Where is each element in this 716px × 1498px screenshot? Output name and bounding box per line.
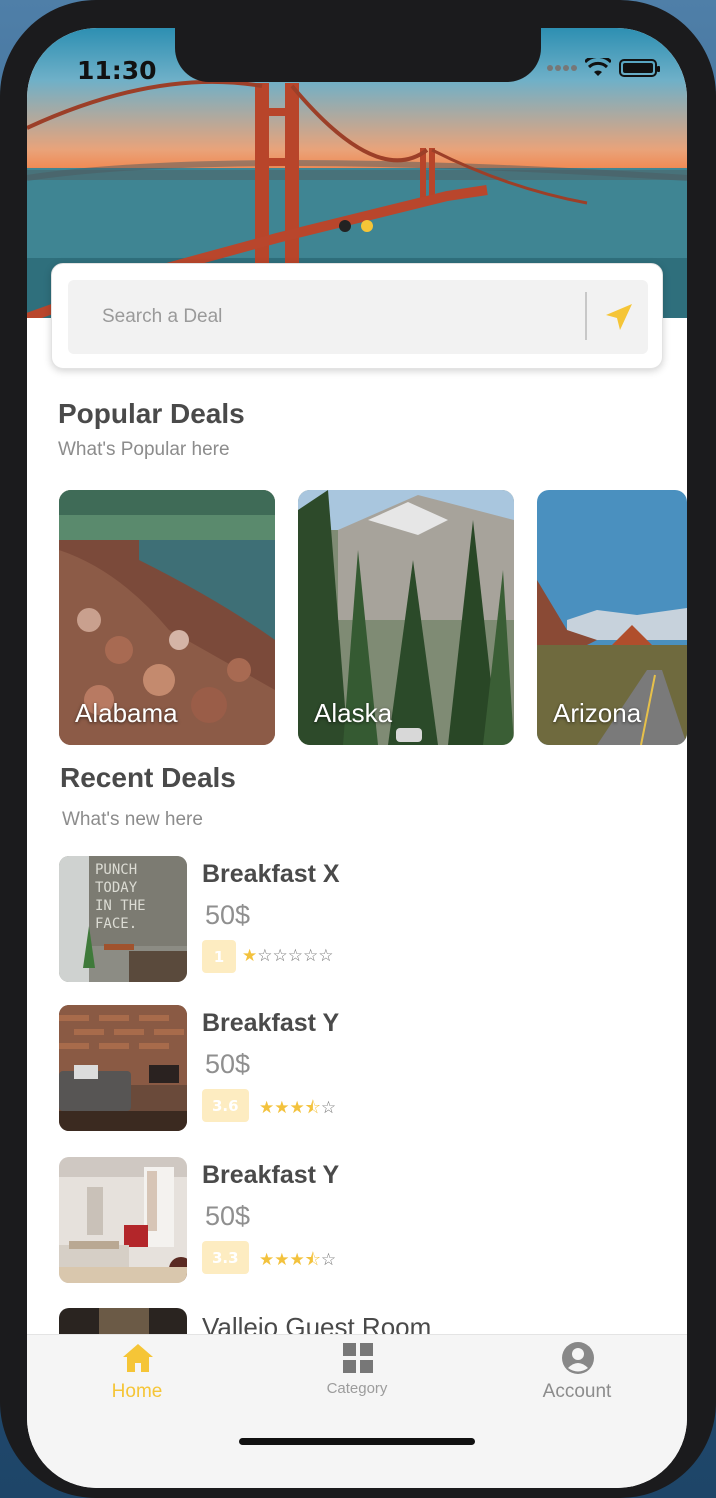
popular-card-alabama[interactable]: Alabama [59,490,275,745]
star-icon: ★★★⯪ [259,1098,321,1118]
search-card [51,263,663,369]
signal-icon [547,65,577,71]
search-input[interactable] [68,280,568,354]
star-empty-icon: ☆☆☆☆☆ [257,946,334,966]
location-button[interactable] [596,294,642,340]
recent-deal-item[interactable]: Breakfast Y 50$ 3.6 ★★★⯪☆ [59,1005,659,1133]
popular-card-label: Alabama [75,698,178,728]
popular-title: Popular Deals [58,398,245,429]
home-icon [123,1344,153,1372]
bottom-tab-bar: Home Category Account [27,1334,687,1488]
deal-price: 50$ [205,1049,251,1079]
deal-thumbnail [59,1005,187,1131]
star-rating: ★☆☆☆☆☆ [242,946,333,966]
star-icon: ★★★⯪ [259,1250,321,1270]
recent-subtitle: What's new here [62,809,203,830]
carousel-dot-active[interactable] [361,220,373,232]
star-icon: ★ [242,946,258,966]
home-indicator [239,1438,475,1445]
status-icons [547,58,660,78]
rating-badge: 3.6 [202,1089,249,1122]
deal-price: 50$ [205,1201,251,1231]
notch [175,28,541,82]
deal-price: 50$ [205,900,251,930]
popular-list: Alabama Alaska Arizona [59,490,687,746]
star-rating: ★★★⯪☆ [259,1247,336,1276]
popular-subtitle: What's Popular here [58,439,230,460]
deal-name: Breakfast X [202,860,340,888]
star-rating: ★★★⯪☆ [259,1095,336,1124]
grid-icon [343,1343,373,1373]
wifi-icon [585,58,611,76]
rating-badge: 1 [202,940,236,973]
wall-graffiti: PUNCH [95,862,137,878]
tab-label: Category [326,1380,388,1397]
popular-card-arizona[interactable]: Arizona [537,490,687,745]
app-screen: 11:30 Popular Deals [27,28,687,1488]
wall-graffiti: FACE. [95,916,137,932]
wall-graffiti: IN THE [95,898,146,914]
wall-graffiti: TODAY [95,880,138,896]
deal-thumbnail [59,1157,187,1283]
deal-name: Breakfast Y [202,1009,340,1037]
carousel-dot[interactable] [339,220,351,232]
deal-name: Breakfast Y [202,1161,340,1189]
popular-card-label: Alaska [314,698,393,728]
search-box [68,280,648,354]
recent-deal-item[interactable]: PUNCH TODAY IN THE FACE. Breakfast X 50$… [59,856,659,984]
recent-title: Recent Deals [60,762,236,793]
battery-icon [619,59,660,77]
tab-label: Account [542,1381,612,1402]
status-time: 11:30 [77,56,157,85]
popular-card-alaska[interactable]: Alaska [298,490,514,745]
location-arrow-icon [606,304,632,330]
star-empty-icon: ☆ [320,1098,337,1118]
tab-label: Home [111,1381,163,1402]
rating-badge: 3.3 [202,1241,249,1274]
popular-card-label: Arizona [553,698,642,728]
search-divider [585,292,587,340]
phone-frame: 11:30 Popular Deals [0,0,716,1498]
recent-deal-item[interactable]: Breakfast Y 50$ 3.3 ★★★⯪☆ [59,1157,659,1285]
carousel-indicator[interactable] [339,220,373,232]
user-icon [562,1342,594,1374]
star-empty-icon: ☆ [320,1250,337,1270]
deal-thumbnail: PUNCH TODAY IN THE FACE. [59,856,187,982]
